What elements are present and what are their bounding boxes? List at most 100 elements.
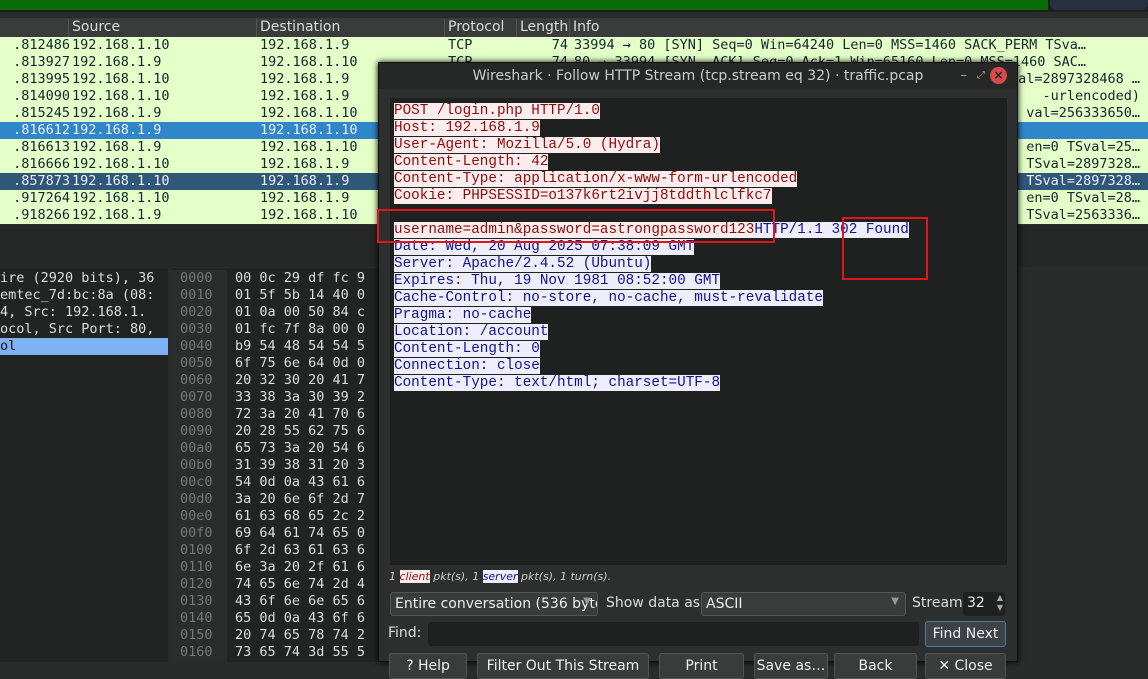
detail-row[interactable]: emtec_7d:bc:8a (08: (0, 287, 168, 304)
packet-src: 192.168.1.10 (72, 88, 170, 104)
packet-dst: 192.168.1.9 (260, 71, 350, 87)
server-text: Server: Apache/2.4.52 (Ubuntu) (394, 256, 652, 272)
stream-line: Content-Length: 0 (394, 341, 1003, 358)
spinner-arrows-icon[interactable]: ▲ ▼ (997, 593, 1003, 613)
packet-src: 192.168.1.9 (72, 105, 162, 121)
stream-line: Connection: close (394, 358, 1003, 375)
hex-offset: 0140 (180, 610, 213, 626)
hex-byte-row: 3a 20 6e 6f 2d 7 (235, 491, 366, 507)
hex-offset: 0150 (180, 627, 213, 643)
packet-time: .813927 (13, 54, 70, 70)
hex-byte-row: 20 28 55 62 75 6 (235, 423, 366, 439)
packet-time: .815245 (13, 105, 70, 121)
hex-byte-row: 65 73 3a 20 54 6 (235, 440, 366, 456)
hex-offset: 0080 (180, 406, 213, 422)
minimize-icon[interactable]: – (961, 63, 968, 89)
packet-bytes[interactable]: 0000 0010 0020 0030 0040 0050 0060 0070 0080 0090… (172, 268, 378, 662)
stream-line: Content-Length: 42 (394, 154, 1003, 171)
column-destination[interactable]: Destination (256, 19, 446, 37)
packet-time: .816613 (13, 139, 70, 155)
hex-byte-row: 20 74 65 78 74 2 (235, 627, 366, 643)
packet-dst: 192.168.1.9 (260, 156, 350, 172)
hex-byte-row: 01 fc 7f 8a 00 0 (235, 321, 366, 337)
stream-line: Content-Type: application/x-www-form-url… (394, 171, 1003, 188)
packet-details[interactable]: ire (2920 bits), 36 emtec_7d:bc:8a (08: 4,… (0, 268, 168, 662)
dialog-titlebar: Wireshark · Follow HTTP Stream (tcp.stre… (379, 63, 1017, 89)
hex-byte-row: 20 32 30 20 41 7 (235, 372, 366, 388)
packet-len: 74 (551, 37, 568, 53)
hex-byte-row: 33 38 3a 30 39 2 (235, 389, 366, 405)
hex-byte-row: 73 65 74 3d 55 5 (235, 644, 366, 660)
chevron-down-icon: ▼ (891, 596, 899, 607)
detail-row[interactable]: ol (0, 338, 168, 355)
find-input[interactable] (428, 622, 919, 646)
packet-time: .814090 (13, 88, 70, 104)
packet-time: .812486 (13, 37, 70, 53)
hex-byte-row: 74 65 6e 74 2d 4 (235, 576, 366, 592)
hex-byte-row: 65 0d 0a 43 6f 6 (235, 610, 366, 626)
hex-offset: 0020 (180, 304, 213, 320)
hex-offset: 00a0 (180, 440, 213, 456)
hex-offset: 0000 (180, 270, 213, 286)
packet-dst: 192.168.1.10 (260, 122, 358, 138)
packet-time: .917264 (13, 190, 70, 206)
detail-row[interactable]: ire (2920 bits), 36 (0, 270, 168, 287)
packet-list-header: Source Destination Protocol Length Info (0, 18, 1148, 37)
save-as-button[interactable]: Save as… (754, 653, 828, 679)
stream-line: User-Agent: Mozilla/5.0 (Hydra) (394, 137, 1003, 154)
show-data-select[interactable]: ASCII ▼ (701, 592, 906, 616)
hex-byte-row: 54 0d 0a 43 61 6 (235, 474, 366, 490)
maximize-icon[interactable]: ⤢ (977, 63, 985, 89)
chevron-down-icon: ▼ (583, 596, 591, 607)
client-text: Content-Type: application/x-www-form-url… (394, 171, 798, 187)
back-button[interactable]: Back (834, 653, 917, 679)
find-next-button[interactable]: Find Next (925, 621, 1006, 647)
packet-row[interactable]: .812486 192.168.1.10 192.168.1.9 TCP 74 33994… (0, 37, 1148, 54)
packet-src: 192.168.1.10 (72, 156, 170, 172)
packet-proto: TCP (448, 37, 473, 53)
show-data-label: Show data as (606, 595, 701, 611)
close-icon[interactable]: × (990, 67, 1007, 84)
server-text: Location: /account (394, 324, 549, 340)
packet-src: 192.168.1.10 (72, 190, 170, 206)
packet-src: 192.168.1.10 (72, 173, 170, 189)
packet-src: 192.168.1.9 (72, 207, 162, 223)
packet-time: .816666 (13, 156, 70, 172)
print-button[interactable]: Print (659, 653, 744, 679)
hex-offset: 0160 (180, 644, 213, 660)
detail-row[interactable]: 4, Src: 192.168.1. (0, 304, 168, 321)
hex-offset: 0130 (180, 593, 213, 609)
packet-dst: 192.168.1.9 (260, 37, 350, 53)
stream-content[interactable]: POST /login.php HTTP/1.0 Host: 192.168.1.… (390, 98, 1007, 565)
hex-offset: 0040 (180, 338, 213, 354)
column-length[interactable]: Length (516, 19, 570, 37)
hex-offset: 0060 (180, 372, 213, 388)
stream-line: Host: 192.168.1.9 (394, 120, 1003, 137)
packet-dst: 192.168.1.10 (260, 207, 358, 223)
column-protocol[interactable]: Protocol (444, 19, 516, 37)
stream-number-spinner[interactable]: 32 ▲ ▼ (963, 592, 1005, 616)
toolbar-button[interactable] (1050, 0, 1148, 10)
packet-dst: 192.168.1.10 (260, 105, 358, 121)
stream-line: Location: /account (394, 324, 1003, 341)
hex-byte-row: 69 64 61 74 65 0 (235, 525, 366, 541)
column-info[interactable]: Info (569, 19, 1148, 37)
conversation-select[interactable]: Entire conversation (536 bytes) ▼ (390, 592, 598, 616)
hex-byte-row: 31 39 38 31 20 3 (235, 457, 366, 473)
hex-offset: 00d0 (180, 491, 213, 507)
filter-out-button[interactable]: Filter Out This Stream (477, 653, 649, 679)
help-button[interactable]: ? Help (389, 653, 467, 679)
column-source[interactable]: Source (68, 19, 258, 37)
detail-row[interactable]: ocol, Src Port: 80, (0, 321, 168, 338)
packet-time: .857873 (13, 173, 70, 189)
server-text: Expires: Thu, 19 Nov 1981 08:52:00 GMT (394, 273, 721, 289)
hex-bytes: 00 0c 29 df fc 9 01 5f 5b 14 40 0 01 0a 00… (235, 270, 365, 661)
hex-offset: 0100 (180, 542, 213, 558)
hex-byte-row: 43 6f 6e 6e 65 6 (235, 593, 366, 609)
packet-src: 192.168.1.9 (72, 139, 162, 155)
hex-byte-row: 6e 3a 20 2f 61 6 (235, 559, 366, 575)
close-button[interactable]: ✕ Close (925, 653, 1006, 679)
find-label: Find: (388, 625, 422, 641)
stream-line: Content-Type: text/html; charset=UTF-8 (394, 375, 1003, 392)
hex-byte-row: 01 5f 5b 14 40 0 (235, 287, 366, 303)
